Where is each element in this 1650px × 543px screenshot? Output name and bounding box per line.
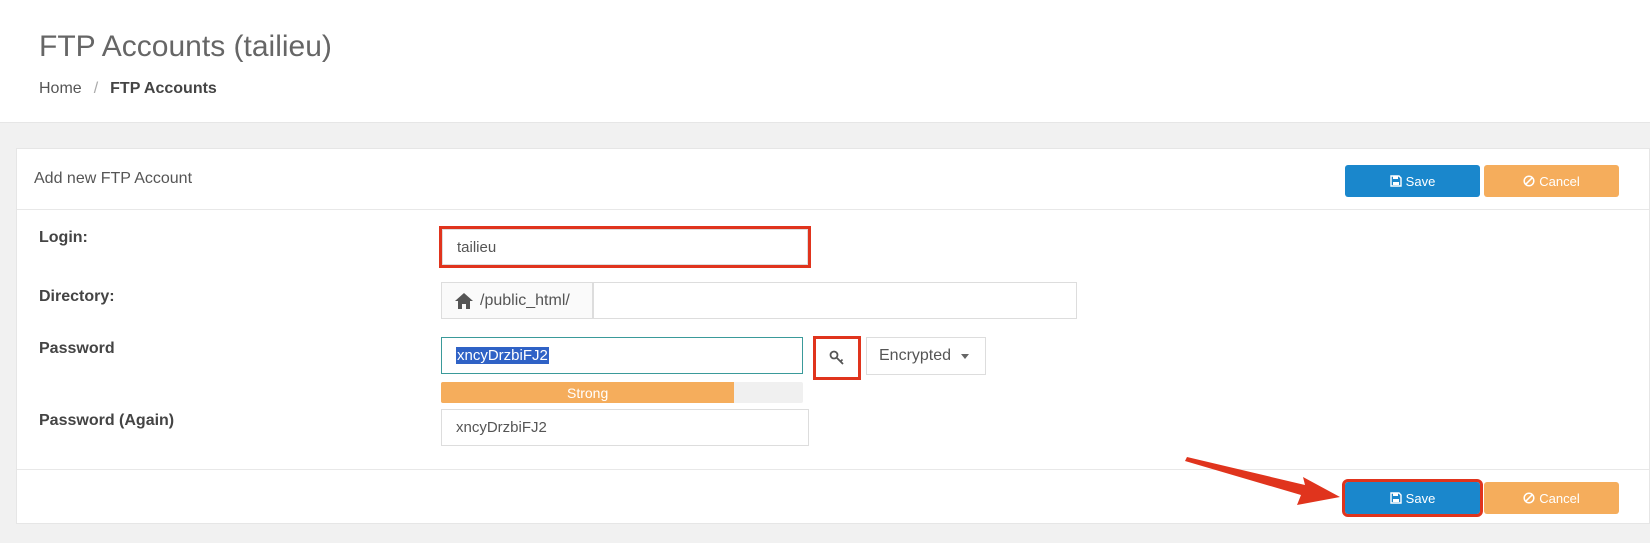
- login-input[interactable]: tailieu: [439, 226, 811, 268]
- password-strength-bar: Strong: [441, 382, 735, 403]
- breadcrumb-home-link[interactable]: Home: [39, 80, 82, 98]
- generate-password-button[interactable]: [813, 336, 861, 380]
- breadcrumb-separator: /: [93, 80, 99, 97]
- panel-title: Add new FTP Account: [34, 170, 193, 187]
- directory-prefix-label: /public_html/: [480, 291, 570, 309]
- password-input[interactable]: xncyDrzbiFJ2: [441, 337, 803, 374]
- bottom-cancel-label: Cancel: [1539, 490, 1580, 506]
- password-again-input[interactable]: xncyDrzbiFJ2: [441, 409, 809, 446]
- bottom-save-button[interactable]: Save: [1342, 479, 1483, 517]
- directory-input[interactable]: [593, 282, 1077, 319]
- password-strength-meter: Strong: [441, 382, 803, 403]
- directory-prefix: /public_html/: [441, 282, 593, 319]
- login-label: Login:: [39, 229, 88, 246]
- password-label: Password: [39, 340, 115, 357]
- annotation-arrow-icon: [1185, 457, 1340, 505]
- password-value: xncyDrzbiFJ2: [456, 347, 549, 364]
- page-title: FTP Accounts (tailieu): [39, 30, 332, 63]
- cancel-icon: [1523, 175, 1535, 187]
- top-cancel-label: Cancel: [1539, 173, 1580, 189]
- encryption-selected: Encrypted: [879, 347, 952, 364]
- breadcrumb-current: FTP Accounts: [110, 80, 217, 97]
- save-icon: [1389, 492, 1402, 504]
- encryption-dropdown[interactable]: Encrypted: [866, 337, 986, 375]
- key-icon: [829, 350, 844, 365]
- top-save-button[interactable]: Save: [1345, 165, 1480, 197]
- top-save-label: Save: [1405, 173, 1436, 189]
- panel-footer-divider: [17, 469, 1649, 470]
- directory-label: Directory:: [39, 288, 115, 305]
- save-icon: [1389, 175, 1402, 187]
- home-icon: [455, 292, 473, 309]
- chevron-down-icon: [961, 353, 970, 359]
- password-strength-label: Strong: [566, 384, 609, 401]
- bottom-cancel-button[interactable]: Cancel: [1484, 482, 1619, 514]
- page-header: FTP Accounts (tailieu) Home / FTP Accoun…: [0, 0, 1650, 123]
- top-cancel-button[interactable]: Cancel: [1484, 165, 1619, 197]
- cancel-icon: [1523, 492, 1535, 504]
- bottom-save-label: Save: [1405, 490, 1436, 506]
- password-again-label: Password (Again): [39, 412, 175, 429]
- breadcrumb: Home / FTP Accounts: [39, 80, 217, 98]
